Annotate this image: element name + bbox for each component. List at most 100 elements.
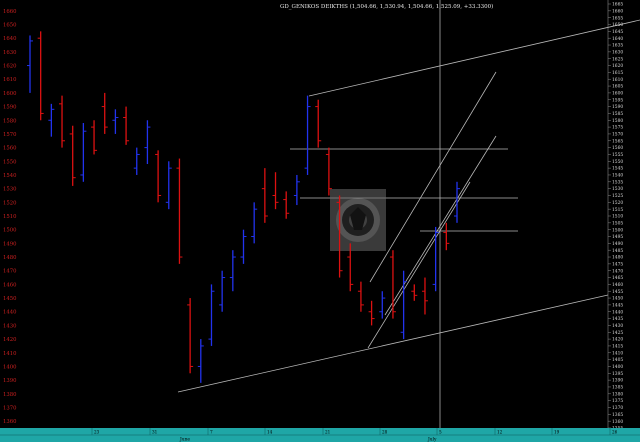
right-tick-label: 1475	[612, 262, 623, 267]
left-tick-label: 1490	[3, 241, 17, 247]
chart-title: GD_GENIKOS DEIKTHS (1,504.66, 1,530.94, …	[280, 3, 493, 10]
right-tick-label: 1560	[612, 146, 623, 151]
right-tick-label: 1375	[612, 399, 623, 404]
right-tick-label: 1635	[612, 44, 623, 49]
right-tick-label: 1395	[612, 372, 623, 377]
right-tick-label: 1440	[612, 310, 623, 315]
right-tick-label: 1535	[612, 180, 623, 185]
left-tick-label: 1370	[3, 405, 17, 411]
right-tick-label: 1490	[612, 242, 623, 247]
x-tick-label: 28	[382, 430, 388, 435]
right-tick-label: 1555	[612, 153, 623, 158]
left-tick-label: 1480	[3, 255, 17, 261]
right-tick-label: 1590	[612, 105, 623, 110]
right-tick-label: 1435	[612, 317, 623, 322]
right-tick-label: 1415	[612, 345, 623, 350]
right-tick-label: 1565	[612, 139, 623, 144]
right-tick-label: 1500	[612, 228, 623, 233]
left-tick-label: 1500	[3, 228, 17, 234]
right-tick-label: 1405	[612, 358, 623, 363]
left-tick-label: 1390	[3, 378, 17, 384]
left-tick-label: 1620	[3, 64, 17, 70]
right-tick-label: 1550	[612, 160, 623, 165]
left-tick-label: 1590	[3, 105, 17, 111]
x-tick-label: 26	[612, 430, 618, 435]
right-tick-label: 1615	[612, 71, 623, 76]
x-tick-label: 23	[94, 430, 100, 435]
left-tick-label: 1380	[3, 392, 17, 398]
left-tick-label: 1410	[3, 351, 17, 357]
right-tick-label: 1570	[612, 133, 623, 138]
right-tick-label: 1585	[612, 112, 623, 117]
watermark-seal-icon	[330, 189, 386, 251]
left-tick-label: 1560	[3, 146, 17, 152]
left-tick-label: 1470	[3, 269, 17, 275]
left-tick-label: 1570	[3, 132, 17, 138]
right-tick-label: 1450	[612, 297, 623, 302]
month-label: July	[427, 438, 437, 442]
right-tick-label: 1460	[612, 283, 623, 288]
right-tick-label: 1485	[612, 249, 623, 254]
right-tick-label: 1430	[612, 324, 623, 329]
left-tick-label: 1630	[3, 50, 17, 56]
x-tick-label: 21	[325, 430, 331, 435]
right-tick-label: 1385	[612, 386, 623, 391]
left-tick-label: 1360	[3, 419, 17, 425]
right-tick-label: 1445	[612, 304, 623, 309]
right-tick-label: 1580	[612, 119, 623, 124]
right-tick-label: 1420	[612, 338, 623, 343]
x-tick-label: 7	[210, 430, 213, 435]
right-tick-label: 1505	[612, 221, 623, 226]
left-tick-label: 1650	[3, 23, 17, 29]
right-tick-label: 1650	[612, 23, 623, 28]
left-tick-label: 1600	[3, 91, 17, 97]
right-tick-label: 1530	[612, 187, 623, 192]
right-tick-label: 1665	[612, 3, 623, 8]
x-tick-label: 5	[439, 430, 442, 435]
right-tick-label: 1465	[612, 276, 623, 281]
left-tick-label: 1450	[3, 296, 17, 302]
right-tick-label: 1410	[612, 351, 623, 356]
x-tick-label: 19	[554, 430, 560, 435]
right-tick-label: 1525	[612, 194, 623, 199]
left-tick-label: 1660	[3, 9, 17, 15]
left-tick-label: 1520	[3, 200, 17, 206]
left-tick-label: 1610	[3, 77, 17, 83]
right-tick-label: 1470	[612, 269, 623, 274]
right-tick-label: 1600	[612, 92, 623, 97]
right-tick-label: 1640	[612, 37, 623, 42]
right-tick-label: 1620	[612, 64, 623, 69]
left-tick-label: 1550	[3, 159, 17, 165]
left-tick-label: 1540	[3, 173, 17, 179]
left-tick-label: 1440	[3, 310, 17, 316]
right-tick-label: 1495	[612, 235, 623, 240]
right-tick-label: 1390	[612, 379, 623, 384]
right-tick-label: 1610	[612, 78, 623, 83]
left-tick-label: 1430	[3, 323, 17, 329]
right-tick-label: 1540	[612, 174, 623, 179]
right-tick-label: 1380	[612, 392, 623, 397]
left-tick-label: 1580	[3, 118, 17, 124]
right-tick-label: 1425	[612, 331, 623, 336]
x-tick-label: 31	[152, 430, 158, 435]
right-tick-label: 1370	[612, 406, 623, 411]
right-tick-label: 1360	[612, 420, 623, 425]
right-tick-label: 1480	[612, 256, 623, 261]
right-tick-label: 1605	[612, 85, 623, 90]
chart: 1660 1650 1640 1630 1620 1610 1600 1590 1580 1570…	[0, 0, 640, 442]
left-tick-label: 1420	[3, 337, 17, 343]
right-tick-label: 1645	[612, 30, 623, 35]
left-tick-label: 1640	[3, 36, 17, 42]
right-tick-label: 1595	[612, 98, 623, 103]
left-tick-label: 1460	[3, 282, 17, 288]
x-tick-label: 14	[267, 430, 273, 435]
right-tick-label: 1655	[612, 16, 623, 21]
right-tick-label: 1515	[612, 208, 623, 213]
x-tick-label: 12	[497, 430, 503, 435]
right-tick-label: 1400	[612, 365, 623, 370]
month-label: June	[179, 438, 190, 442]
left-tick-label: 1510	[3, 214, 17, 220]
right-tick-label: 1545	[612, 167, 623, 172]
right-tick-label: 1660	[612, 9, 623, 14]
right-tick-label: 1365	[612, 413, 623, 418]
